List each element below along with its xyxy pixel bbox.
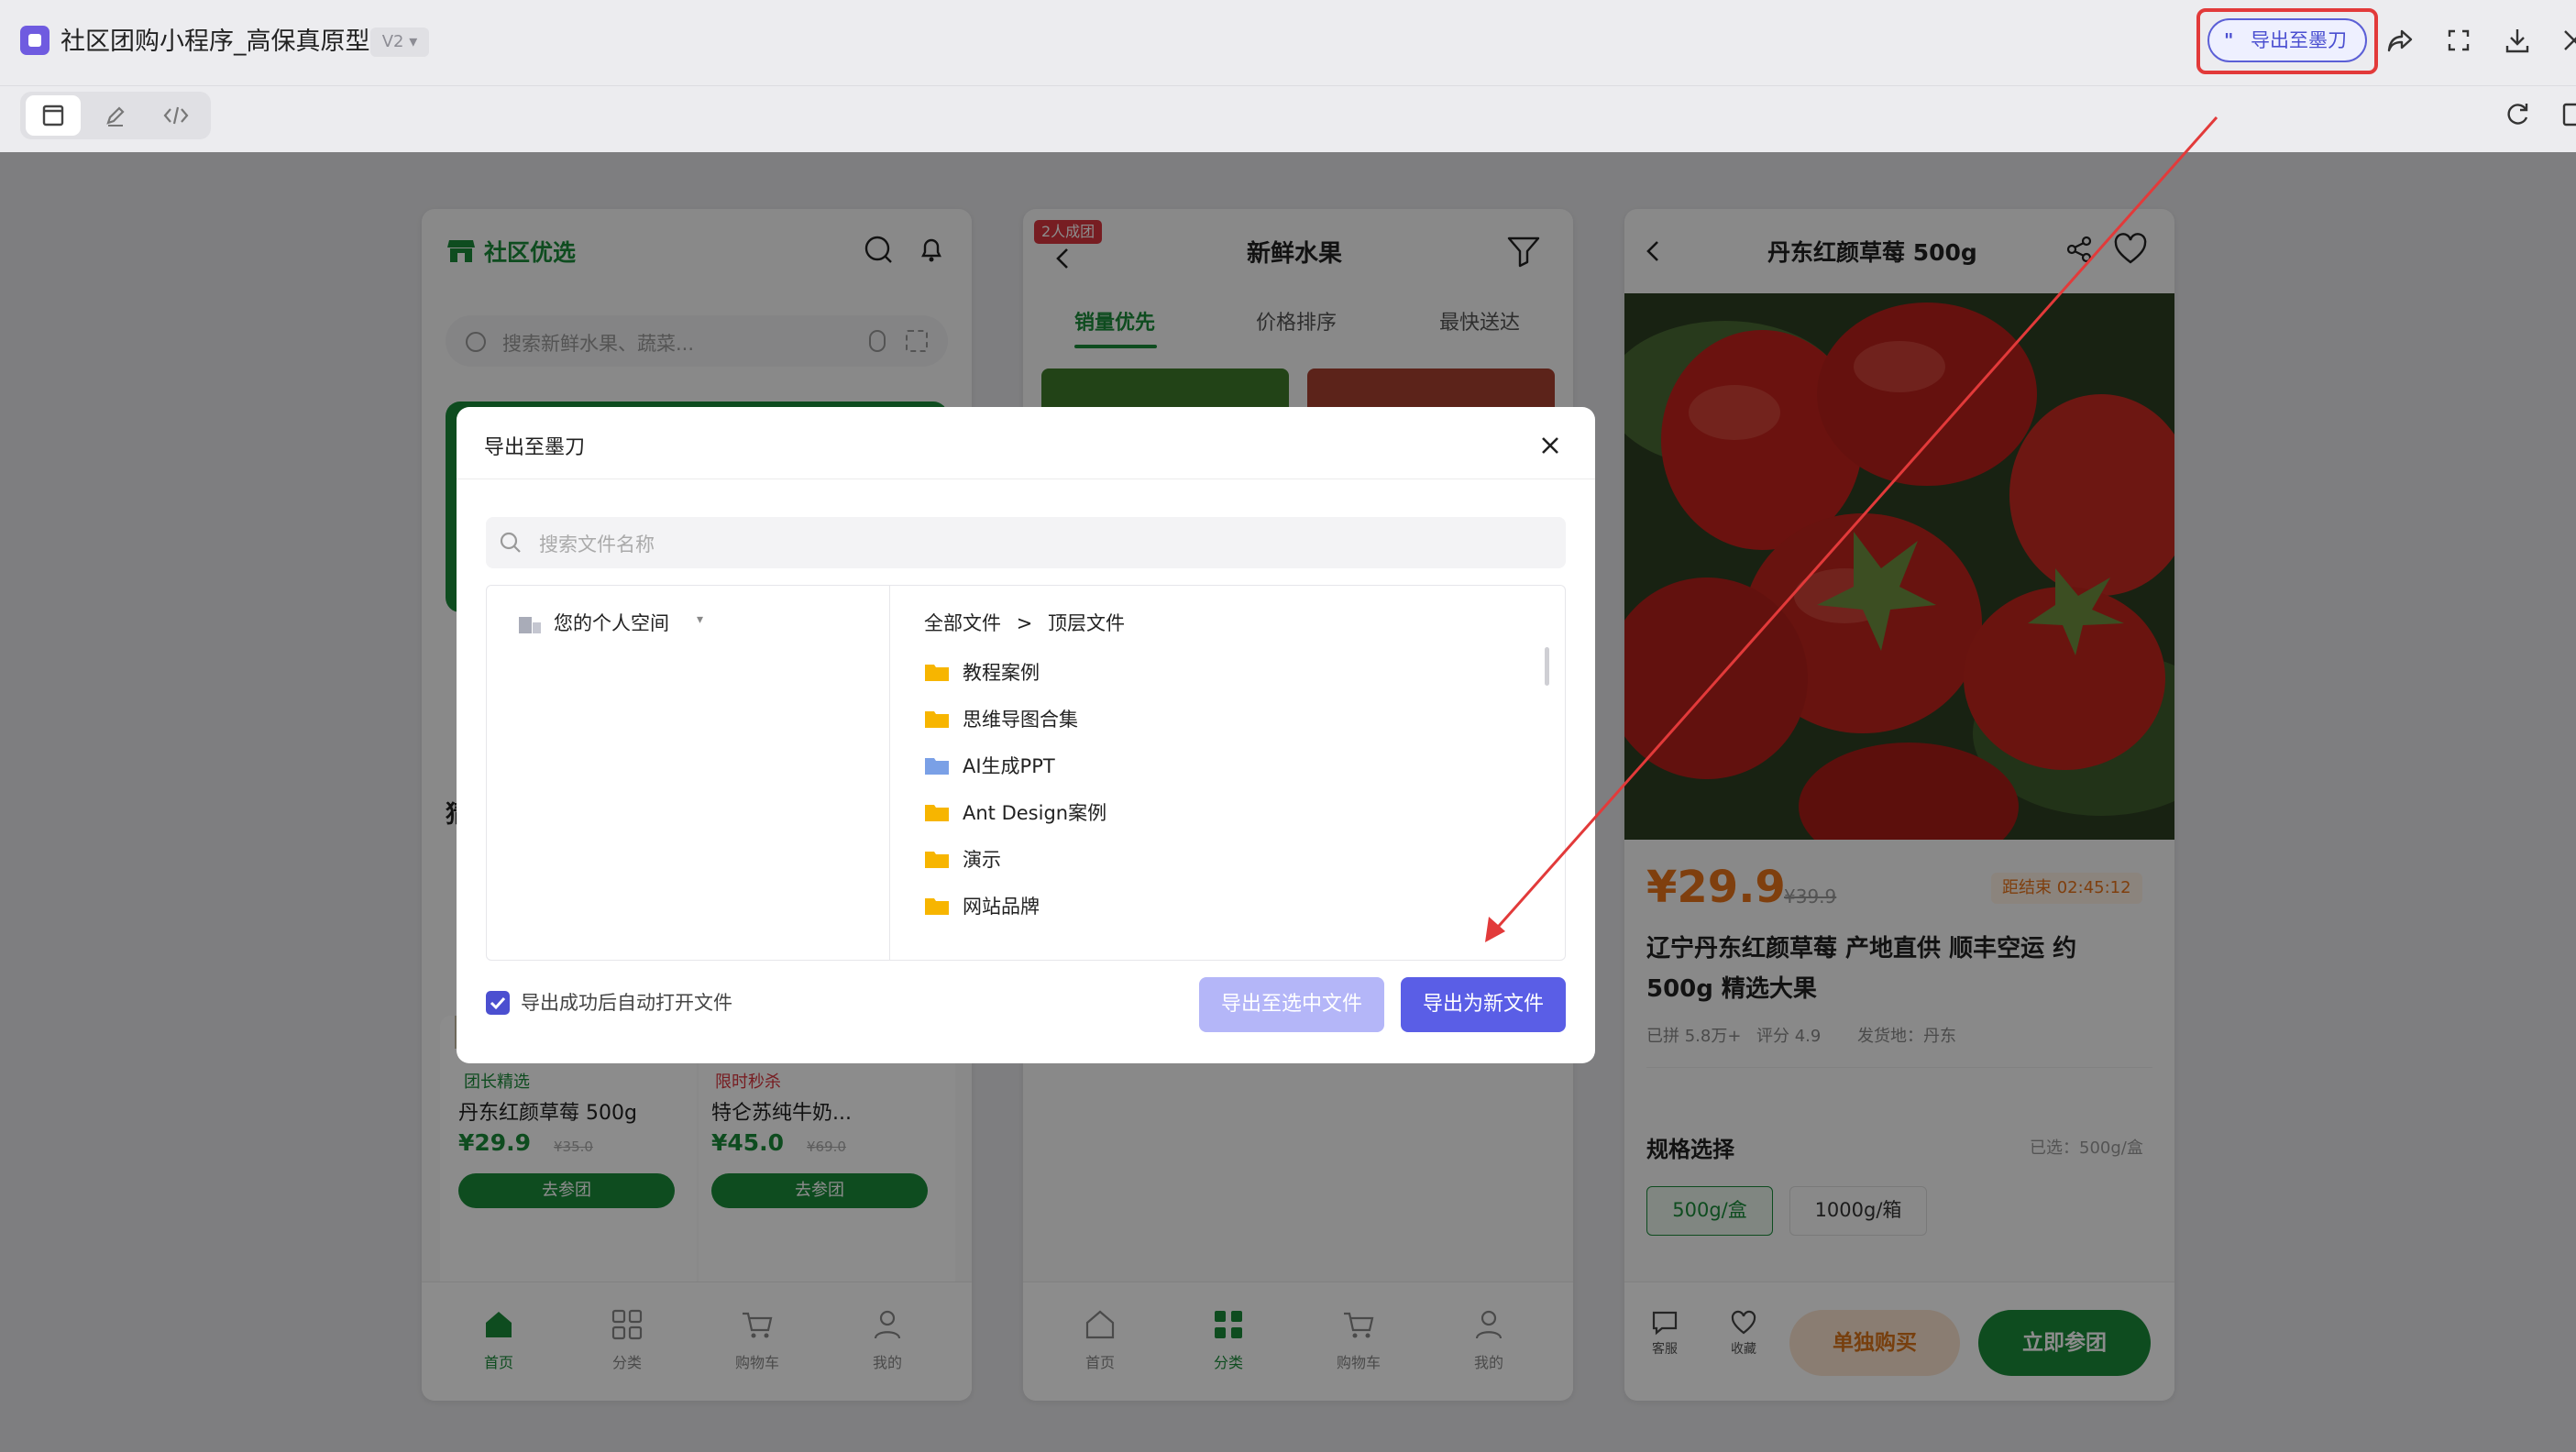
close-window-icon[interactable] <box>2558 24 2576 57</box>
dialog-divider <box>457 478 1595 479</box>
toolbar <box>0 86 2576 152</box>
panel-toggle-icon[interactable] <box>2561 97 2576 130</box>
export-to-modao-button[interactable]: " 导出至墨刀 <box>2207 18 2367 62</box>
project-title[interactable]: 社区团购小程序_高保真原型 <box>61 20 370 64</box>
version-dropdown[interactable]: V2 ▾ <box>370 28 429 57</box>
refresh-icon[interactable] <box>2501 97 2534 130</box>
auto-open-checkbox[interactable] <box>486 991 510 1015</box>
export-label: 导出至墨刀 <box>2251 29 2347 51</box>
download-icon[interactable] <box>2501 24 2534 57</box>
close-icon[interactable] <box>1536 431 1565 460</box>
export-to-selected-button[interactable]: 导出至选中文件 <box>1199 977 1384 1032</box>
share-icon[interactable] <box>2383 24 2416 57</box>
preview-mode-tab[interactable] <box>26 95 81 136</box>
folder-name: 思维导图合集 <box>963 709 1078 731</box>
export-dialog: 导出至墨刀 搜索文件名称 您的个人空间 ▾ 全部文件 > 顶层文件 教程案例思维… <box>457 407 1595 1063</box>
browser-divider <box>889 585 890 961</box>
dialog-title: 导出至墨刀 <box>484 436 586 459</box>
breadcrumb-root[interactable]: 全部文件 <box>924 612 1001 634</box>
folder-icon <box>924 755 950 776</box>
folder-name: 演示 <box>963 849 1001 871</box>
building-icon <box>517 614 543 634</box>
folder-icon <box>924 662 950 682</box>
auto-open-label: 导出成功后自动打开文件 <box>521 992 732 1014</box>
file-search-input[interactable]: 搜索文件名称 <box>486 517 1566 568</box>
folder-icon <box>924 896 950 916</box>
search-placeholder: 搜索文件名称 <box>539 534 655 556</box>
code-mode-tab[interactable] <box>149 95 204 136</box>
breadcrumb-separator: > <box>1016 612 1033 634</box>
folder-name: 教程案例 <box>963 662 1040 684</box>
folder-icon <box>924 849 950 869</box>
folder-name: Ant Design案例 <box>963 802 1107 824</box>
folder-name: AI生成PPT <box>963 755 1055 777</box>
folder-icon <box>924 802 950 822</box>
search-icon <box>499 531 523 555</box>
chevron-down-icon: ▾ <box>697 612 704 627</box>
space-label: 您的个人空间 <box>554 612 669 634</box>
export-as-new-button[interactable]: 导出为新文件 <box>1401 977 1566 1032</box>
app-logo-icon <box>20 26 50 55</box>
version-label: V2 <box>381 32 404 51</box>
folder-name: 网站品牌 <box>963 896 1040 918</box>
folder-list-scrollbar[interactable] <box>1545 647 1549 686</box>
folder-icon <box>924 709 950 729</box>
breadcrumb-current: 顶层文件 <box>1047 612 1125 634</box>
breadcrumb: 全部文件 > 顶层文件 <box>924 609 1125 636</box>
modao-logo-icon: " <box>2224 29 2234 51</box>
edit-mode-tab[interactable] <box>88 95 143 136</box>
fullscreen-icon[interactable] <box>2442 24 2475 57</box>
